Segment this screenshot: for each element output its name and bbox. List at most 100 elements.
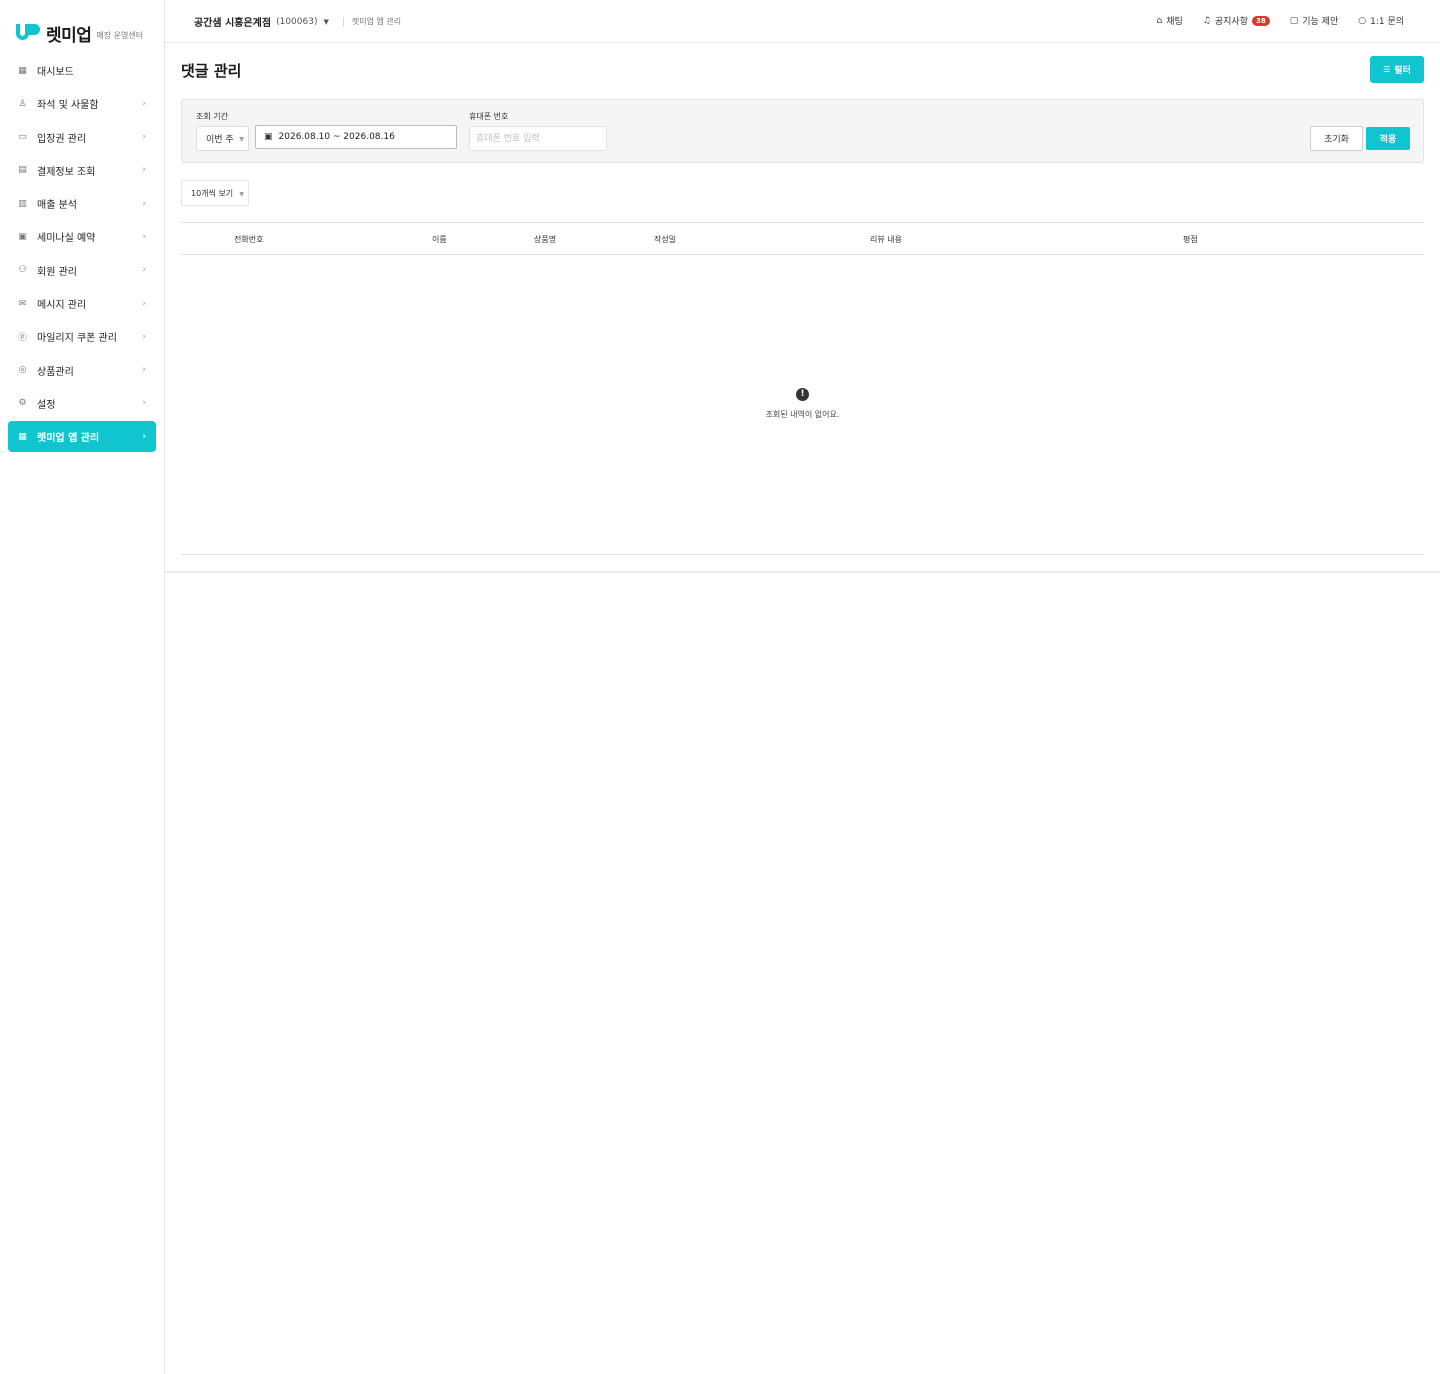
sidebar-item-label: 매출 분석: [37, 200, 77, 212]
suggest-link[interactable]: ▢ 기능 제안: [1289, 14, 1339, 28]
table-header: 전화번호 이름 상품명 작성일 리뷰 내용 평점: [181, 222, 1424, 255]
sidebar: 렛미업 매장 운영센터 ▦ 대시보드 ♙ 좌석 및 사물함 › ▭ 입장권 관리 › ▤ 결제정보…: [0, 0, 165, 1374]
sidebar-item-7[interactable]: ✉ 메시지 관리 ›: [8, 288, 156, 319]
store-selector[interactable]: 공간샘 시흥은계점 (100063) ▼ 렛미업 앱 관리: [194, 14, 401, 29]
chevron-right-icon: ›: [142, 398, 146, 409]
caret-down-icon: ▼: [323, 17, 329, 26]
apply-button[interactable]: 적용: [1366, 127, 1410, 150]
inquiry-link[interactable]: ○ 1:1 문의: [1358, 14, 1404, 28]
sidebar-item-label: 회원 관리: [37, 266, 77, 278]
sidebar-item-label: 메시지 관리: [37, 300, 87, 312]
column-header-product[interactable]: 상품명: [534, 234, 556, 245]
notice-link[interactable]: ♫ 공지사항 38: [1203, 14, 1270, 27]
chevron-right-icon: ›: [142, 165, 146, 176]
sliders-icon: ☰: [1383, 65, 1391, 74]
page-size-value: 10개씩 보기: [191, 188, 234, 198]
sidebar-item-label: 상품관리: [37, 366, 74, 378]
date-range-value: 2026.08.10 ~ 2026.08.16: [278, 132, 395, 142]
sidebar-item-label: 렛미업 앱 관리: [37, 433, 100, 445]
sidebar-nav: ▦ 대시보드 ♙ 좌석 및 사물함 › ▭ 입장권 관리 › ▤ 결제정보 조회 › ▥ 매출 분석 › ▣…: [8, 55, 156, 455]
chevron-right-icon: ›: [142, 198, 146, 209]
mail-icon: ✉: [18, 298, 27, 309]
card-icon: ▤: [18, 165, 27, 176]
grid-icon: ▦: [18, 65, 27, 76]
inquiry-label: 1:1 문의: [1370, 17, 1404, 27]
sidebar-item-label: 입장권 관리: [37, 133, 87, 145]
empty-state: ! 조회된 내역이 없어요.: [181, 388, 1424, 420]
empty-message: 조회된 내역이 없어요.: [765, 410, 840, 419]
users-icon: ⚇: [18, 265, 27, 276]
page-title: 댓글 관리: [181, 62, 242, 80]
suggest-label: 기능 제안: [1302, 17, 1339, 27]
table-body: ! 조회된 내역이 없어요.: [181, 255, 1424, 555]
notice-label: 공지사항: [1214, 17, 1248, 27]
chevron-right-icon: ›: [142, 231, 146, 242]
column-header-review[interactable]: 리뷰 내용: [870, 234, 902, 245]
brand-logo[interactable]: 렛미업 매장 운영센터: [16, 20, 143, 46]
bag-icon: ◎: [18, 365, 27, 376]
sidebar-item-9[interactable]: ◎ 상품관리 ›: [8, 355, 156, 386]
caret-down-icon: ▼: [239, 136, 244, 143]
store-code: (100063): [276, 16, 318, 27]
comments-table: 전화번호 이름 상품명 작성일 리뷰 내용 평점 ! 조회된 내역이 없어요.: [181, 222, 1424, 555]
brand-name: 렛미업: [46, 25, 92, 46]
logo-mark-icon: [16, 24, 40, 42]
sidebar-item-label: 결제정보 조회: [37, 166, 96, 178]
phone-input[interactable]: [469, 126, 607, 151]
sidebar-item-2[interactable]: ▭ 입장권 관리 ›: [8, 122, 156, 153]
column-header-rating[interactable]: 평점: [1183, 234, 1198, 245]
date-range-picker[interactable]: ▣ 2026.08.10 ~ 2026.08.16: [255, 125, 457, 149]
sidebar-item-0[interactable]: ▦ 대시보드: [8, 55, 156, 86]
period-select-value: 이번 주: [206, 135, 234, 145]
chat-label: 채팅: [1166, 17, 1183, 27]
sidebar-item-11[interactable]: ▦ 렛미업 앱 관리 ›: [8, 421, 156, 453]
calendar-icon: ▣: [264, 132, 273, 142]
coin-icon: ⓟ: [17, 333, 27, 344]
chevron-right-icon: ›: [142, 98, 146, 109]
top-header: 공간샘 시흥은계점 (100063) ▼ 렛미업 앱 관리 ⌂ 채팅 ♫ 공지사…: [165, 0, 1440, 43]
sidebar-item-label: 좌석 및 사물함: [37, 100, 99, 112]
chevron-right-icon: ›: [142, 331, 146, 342]
column-header-phone[interactable]: 전화번호: [234, 234, 263, 245]
ticket-icon: ▭: [18, 132, 27, 143]
brand-subtitle: 매장 운영센터: [96, 31, 144, 40]
sidebar-item-1[interactable]: ♙ 좌석 및 사물함 ›: [8, 88, 156, 119]
filter-panel: 조회 기간 이번 주 ▼ ▣ 2026.08.10 ~ 2026.08.16 휴…: [181, 99, 1424, 163]
sidebar-item-3[interactable]: ▤ 결제정보 조회 ›: [8, 155, 156, 186]
phone-label: 휴대폰 번호: [469, 112, 509, 121]
caret-down-icon: ▼: [239, 191, 244, 198]
bell-icon: ♫: [1202, 15, 1211, 26]
sidebar-item-label: 대시보드: [37, 67, 74, 78]
column-header-date[interactable]: 작성일: [654, 234, 676, 245]
sidebar-item-5[interactable]: ▣ 세미나실 예약 ›: [8, 221, 156, 252]
sidebar-item-8[interactable]: ⓟ 마일리지 쿠폰 관리 ›: [8, 321, 156, 352]
breadcrumb-divider: [342, 16, 344, 27]
sidebar-item-label: 세미나실 예약: [37, 233, 96, 245]
chat-bubble-icon: ○: [1358, 15, 1367, 26]
filter-button[interactable]: ☰ 필터: [1370, 56, 1424, 83]
chevron-right-icon: ›: [142, 265, 146, 276]
chat-link[interactable]: ⌂ 채팅: [1156, 14, 1183, 28]
column-header-name[interactable]: 이름: [432, 234, 447, 245]
sidebar-item-10[interactable]: ⚙ 설정 ›: [8, 388, 156, 419]
inbox-icon: ⌂: [1156, 15, 1163, 26]
gear-icon: ⚙: [18, 398, 27, 409]
period-label: 조회 기간: [196, 112, 228, 121]
calendar-icon: ▣: [18, 231, 27, 242]
sidebar-item-label: 설정: [37, 399, 56, 411]
sidebar-item-label: 마일리지 쿠폰 관리: [37, 333, 117, 345]
filter-button-label: 필터: [1394, 66, 1411, 76]
comment-icon: ▢: [1289, 15, 1299, 26]
app-grid-icon: ▦: [18, 431, 27, 442]
period-select[interactable]: 이번 주 ▼: [196, 126, 249, 151]
notice-count-badge: 38: [1251, 15, 1270, 26]
seat-icon: ♙: [18, 98, 27, 109]
store-name: 공간샘 시흥은계점: [194, 18, 272, 29]
main-content: 댓글 관리 ☰ 필터 조회 기간 이번 주 ▼ ▣ 2026.08.10 ~ 2…: [165, 43, 1440, 573]
page-size-select[interactable]: 10개씩 보기 ▼: [181, 180, 249, 206]
sidebar-item-6[interactable]: ⚇ 회원 관리 ›: [8, 255, 156, 286]
sidebar-item-4[interactable]: ▥ 매출 분석 ›: [8, 188, 156, 219]
chevron-right-icon: ›: [142, 132, 146, 143]
reset-button[interactable]: 초기화: [1310, 126, 1363, 151]
alert-icon: !: [796, 388, 809, 401]
